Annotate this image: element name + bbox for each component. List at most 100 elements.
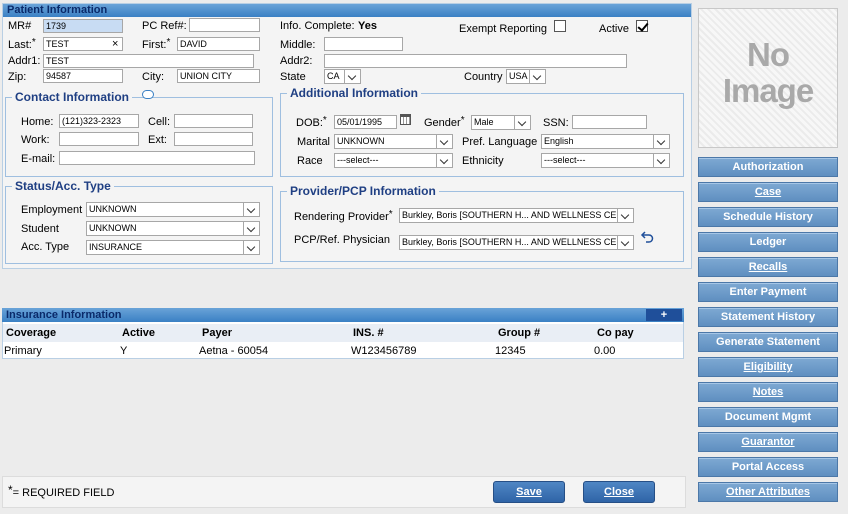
notes-button[interactable]: Notes bbox=[698, 382, 838, 402]
home-phone-label: Home: bbox=[21, 116, 54, 128]
first-name-label: First:* bbox=[142, 37, 171, 51]
ethnicity-select[interactable]: ---select--- bbox=[541, 153, 670, 168]
dob-field[interactable]: 05/01/1995 bbox=[334, 115, 397, 129]
acc-type-select[interactable]: INSURANCE bbox=[86, 240, 260, 255]
addr2-field[interactable] bbox=[324, 54, 627, 68]
enter-payment-button[interactable]: Enter Payment bbox=[698, 282, 838, 302]
authorization-button[interactable]: Authorization bbox=[698, 157, 838, 177]
work-phone-field[interactable] bbox=[59, 132, 139, 146]
col-group-number: Group # bbox=[498, 327, 541, 339]
case-button[interactable]: Case bbox=[698, 182, 838, 202]
ledger-button[interactable]: Ledger bbox=[698, 232, 838, 252]
pref-language-label: Pref. Language bbox=[462, 136, 538, 148]
work-phone-label: Work: bbox=[21, 134, 50, 146]
other-attributes-button[interactable]: Other Attributes bbox=[698, 482, 838, 502]
statement-history-button[interactable]: Statement History bbox=[698, 307, 838, 327]
col-active: Active bbox=[122, 327, 156, 339]
state-select[interactable]: CA bbox=[324, 69, 361, 84]
clear-icon[interactable]: × bbox=[112, 38, 118, 51]
ssn-label: SSN: bbox=[543, 117, 569, 129]
document-mgmt-button[interactable]: Document Mgmt bbox=[698, 407, 838, 427]
cell-coverage: Primary bbox=[4, 345, 42, 357]
table-row[interactable] bbox=[3, 343, 683, 357]
exempt-reporting-label: Exempt Reporting bbox=[459, 23, 548, 35]
chevron-down-icon bbox=[617, 236, 633, 249]
guarantor-button[interactable]: Guarantor bbox=[698, 432, 838, 452]
chevron-down-icon bbox=[529, 70, 545, 83]
info-complete-label: Info. Complete: bbox=[280, 20, 355, 32]
ssn-field[interactable] bbox=[572, 115, 647, 129]
undo-icon[interactable] bbox=[640, 231, 654, 243]
pcp-physician-select[interactable]: Burkley, Boris [SOUTHERN H... AND WELLNE… bbox=[399, 235, 634, 250]
col-copay: Co pay bbox=[597, 327, 634, 339]
middle-name-field[interactable] bbox=[324, 37, 403, 51]
ext-field[interactable] bbox=[174, 132, 253, 146]
add-insurance-button[interactable]: + bbox=[646, 309, 682, 321]
state-label: State bbox=[280, 71, 306, 83]
pref-language-select[interactable]: English bbox=[541, 134, 670, 149]
cell-phone-label: Cell: bbox=[148, 116, 171, 128]
country-select[interactable]: USA bbox=[506, 69, 546, 84]
exempt-reporting-checkbox[interactable] bbox=[554, 20, 566, 32]
insurance-info-title: Insurance Information bbox=[2, 308, 684, 322]
last-name-field[interactable]: TEST bbox=[43, 37, 123, 51]
email-field[interactable] bbox=[59, 151, 255, 165]
save-button[interactable]: Save bbox=[493, 481, 565, 503]
portal-access-button[interactable]: Portal Access bbox=[698, 457, 838, 477]
cell-group-number: 12345 bbox=[495, 345, 526, 357]
first-name-field[interactable]: DAVID bbox=[177, 37, 260, 51]
gender-label: Gender* bbox=[424, 115, 465, 129]
email-label: E-mail: bbox=[21, 153, 56, 165]
chevron-down-icon bbox=[653, 135, 669, 148]
required-field-note: *= REQUIRED FIELD bbox=[8, 483, 115, 500]
rendering-provider-select[interactable]: Burkley, Boris [SOUTHERN H... AND WELLNE… bbox=[399, 208, 634, 223]
employment-select[interactable]: UNKNOWN bbox=[86, 202, 260, 217]
chevron-down-icon bbox=[243, 241, 259, 254]
gender-select[interactable]: Male bbox=[471, 115, 531, 130]
cell-phone-field[interactable] bbox=[174, 114, 253, 128]
addr1-label: Addr1: bbox=[8, 55, 41, 67]
generate-statement-button[interactable]: Generate Statement bbox=[698, 332, 838, 352]
chevron-down-icon bbox=[653, 154, 669, 167]
zip-field[interactable]: 94587 bbox=[43, 69, 123, 83]
calendar-icon[interactable] bbox=[400, 114, 411, 125]
home-phone-field[interactable]: (121)323-2323 bbox=[59, 114, 139, 128]
patient-photo-placeholder[interactable]: No Image bbox=[698, 8, 838, 148]
employment-label: Employment bbox=[21, 204, 83, 216]
provider-pcp-title: Provider/PCP Information bbox=[287, 183, 439, 199]
chevron-down-icon bbox=[514, 116, 530, 129]
active-label: Active bbox=[599, 23, 629, 35]
eligibility-button[interactable]: Eligibility bbox=[698, 357, 838, 377]
city-label: City: bbox=[142, 71, 164, 83]
chat-bubble-icon[interactable] bbox=[142, 90, 154, 99]
provider-pcp-group: Provider/PCP Information bbox=[280, 183, 684, 262]
rendering-provider-label: Rendering Provider* bbox=[294, 209, 393, 223]
col-ins-number: INS. # bbox=[353, 327, 384, 339]
addr2-label: Addr2: bbox=[280, 55, 313, 67]
schedule-history-button[interactable]: Schedule History bbox=[698, 207, 838, 227]
col-payer: Payer bbox=[202, 327, 232, 339]
race-label: Race bbox=[297, 155, 323, 167]
zip-label: Zip: bbox=[8, 71, 27, 83]
city-field[interactable]: UNION CITY bbox=[177, 69, 260, 83]
middle-name-label: Middle: bbox=[280, 39, 316, 51]
country-label: Country bbox=[464, 71, 503, 83]
ethnicity-label: Ethnicity bbox=[462, 155, 504, 167]
pcp-physician-label: PCP/Ref. Physician bbox=[294, 234, 390, 246]
pcref-field[interactable] bbox=[189, 18, 260, 32]
mr-field[interactable]: 1739 bbox=[43, 19, 123, 33]
race-select[interactable]: ---select--- bbox=[334, 153, 453, 168]
active-checkbox[interactable] bbox=[636, 20, 648, 32]
chevron-down-icon bbox=[243, 222, 259, 235]
addr1-field[interactable]: TEST bbox=[43, 54, 254, 68]
patient-info-title: Patient Information bbox=[3, 4, 691, 17]
student-select[interactable]: UNKNOWN bbox=[86, 221, 260, 236]
additional-info-title: Additional Information bbox=[287, 85, 421, 101]
marital-select[interactable]: UNKNOWN bbox=[334, 134, 453, 149]
cell-payer: Aetna - 60054 bbox=[199, 345, 269, 357]
cell-active: Y bbox=[120, 345, 128, 357]
chevron-down-icon bbox=[243, 203, 259, 216]
recalls-button[interactable]: Recalls bbox=[698, 257, 838, 277]
close-button[interactable]: Close bbox=[583, 481, 655, 503]
acc-type-label: Acc. Type bbox=[21, 241, 70, 253]
